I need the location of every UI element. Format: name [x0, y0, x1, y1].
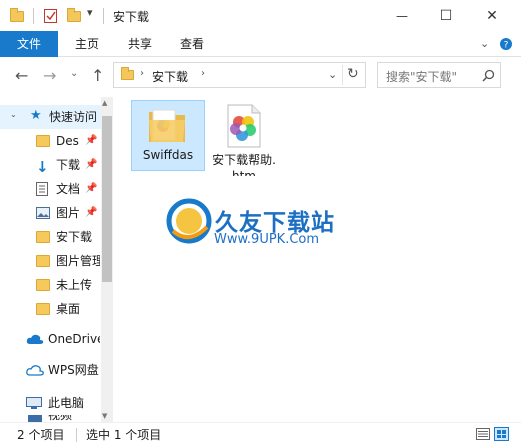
folder-icon	[36, 231, 50, 243]
folder-icon	[10, 8, 24, 22]
divider	[103, 8, 104, 24]
star-icon: ★	[30, 108, 42, 123]
nav-item-desktop[interactable]: Des 📌	[0, 129, 100, 153]
help-icon[interactable]: ?	[499, 37, 513, 51]
watermark-url: Www.9UPK.Com	[214, 232, 320, 247]
video-icon	[28, 415, 42, 422]
cloud-icon	[26, 334, 44, 344]
file-name: Swiffdas	[142, 148, 194, 162]
folder-icon	[36, 255, 50, 267]
nav-item-video[interactable]: 视频	[0, 415, 100, 422]
document-icon	[36, 182, 48, 196]
folder-icon	[121, 67, 134, 80]
up-arrow-icon[interactable]: ↑	[91, 66, 104, 86]
refresh-icon[interactable]: ↻	[347, 66, 359, 82]
cloud-icon	[26, 365, 44, 376]
scroll-down-icon[interactable]: ▼	[102, 412, 107, 420]
new-folder-icon[interactable]	[67, 8, 81, 22]
pin-icon: 📌	[85, 207, 98, 218]
tab-view[interactable]: 查看	[168, 31, 216, 57]
file-name[interactable]: 安下载帮助.htm	[212, 152, 276, 176]
pin-icon: 📌	[85, 183, 98, 194]
large-icons-view-icon[interactable]	[494, 427, 509, 441]
computer-icon	[26, 397, 42, 409]
divider	[33, 8, 34, 24]
scroll-up-icon[interactable]: ▲	[102, 99, 107, 107]
tab-share[interactable]: 共享	[116, 31, 164, 57]
search-placeholder: 搜索"安下载"	[386, 70, 458, 84]
pin-icon: 📌	[85, 135, 98, 146]
folder-icon	[149, 109, 185, 142]
watermark-logo-icon	[166, 198, 212, 244]
breadcrumb-separator-icon: ›	[140, 68, 144, 79]
nav-item-documents[interactable]: 文档 📌	[0, 177, 100, 201]
forward-arrow-icon[interactable]: →	[43, 66, 56, 86]
htm-file-icon[interactable]	[224, 104, 264, 148]
nav-item-onedrive[interactable]: OneDrive	[0, 327, 100, 351]
minimize-button[interactable]: —	[379, 0, 425, 31]
back-arrow-icon[interactable]: ←	[15, 66, 28, 86]
picture-icon	[36, 207, 50, 219]
nav-item-this-pc[interactable]: 此电脑	[0, 391, 100, 415]
status-item-count: 2 个项目	[17, 428, 65, 442]
breadcrumb-separator-icon[interactable]: ›	[201, 68, 205, 79]
nav-item-folder[interactable]: 安下载	[0, 225, 100, 249]
ribbon: 文件 主页 共享 查看 ⌄ ?	[0, 31, 521, 57]
folder-icon	[36, 279, 50, 291]
folder-icon	[36, 135, 50, 147]
search-input[interactable]: 搜索"安下载"	[377, 62, 501, 88]
folder-icon	[36, 303, 50, 315]
breadcrumb-item[interactable]: 安下载	[152, 68, 188, 85]
divider	[342, 65, 343, 85]
close-button[interactable]: ✕	[469, 0, 515, 31]
collapse-chevron-icon[interactable]: ⌄	[10, 110, 17, 119]
nav-item-desktop-folder[interactable]: 桌面	[0, 297, 100, 321]
download-arrow-icon: ↓	[36, 158, 49, 176]
address-bar[interactable]: › 安下载 › ⌄ ↻	[113, 62, 366, 88]
nav-item-folder[interactable]: 未上传	[0, 273, 100, 297]
nav-item-folder[interactable]: 图片管理	[0, 249, 100, 273]
quick-access-dropdown-icon[interactable]: ▾	[87, 6, 93, 19]
pin-icon: 📌	[85, 159, 98, 170]
recent-locations-icon[interactable]: ⌄	[70, 68, 78, 79]
nav-item-downloads[interactable]: ↓ 下载 📌	[0, 153, 100, 177]
maximize-button[interactable]: ☐	[423, 0, 469, 31]
search-icon[interactable]	[482, 69, 495, 82]
divider	[76, 428, 77, 442]
status-bar	[0, 422, 521, 448]
navigation-pane: ⌄ ★ 快速访问 Des 📌 ↓ 下载 📌 文档 📌 图片 📌 安下载 图片管理	[0, 97, 113, 422]
tab-file[interactable]: 文件	[0, 31, 58, 57]
scrollbar-thumb[interactable]	[102, 116, 112, 282]
address-dropdown-icon[interactable]: ⌄	[328, 68, 337, 81]
quick-access-label[interactable]: 快速访问	[49, 105, 97, 129]
status-selected-count: 选中 1 个项目	[86, 428, 162, 442]
svg-text:?: ?	[504, 41, 509, 51]
title-bar: ▾ 安下载 — ☐ ✕	[0, 0, 521, 31]
details-view-icon[interactable]	[476, 428, 490, 440]
nav-item-pictures[interactable]: 图片 📌	[0, 201, 100, 225]
properties-icon[interactable]	[43, 7, 59, 24]
tab-home[interactable]: 主页	[62, 31, 112, 57]
window-title: 安下载	[113, 10, 150, 24]
expand-ribbon-icon[interactable]: ⌄	[480, 37, 489, 50]
nav-item-wps[interactable]: WPS网盘	[0, 358, 100, 382]
